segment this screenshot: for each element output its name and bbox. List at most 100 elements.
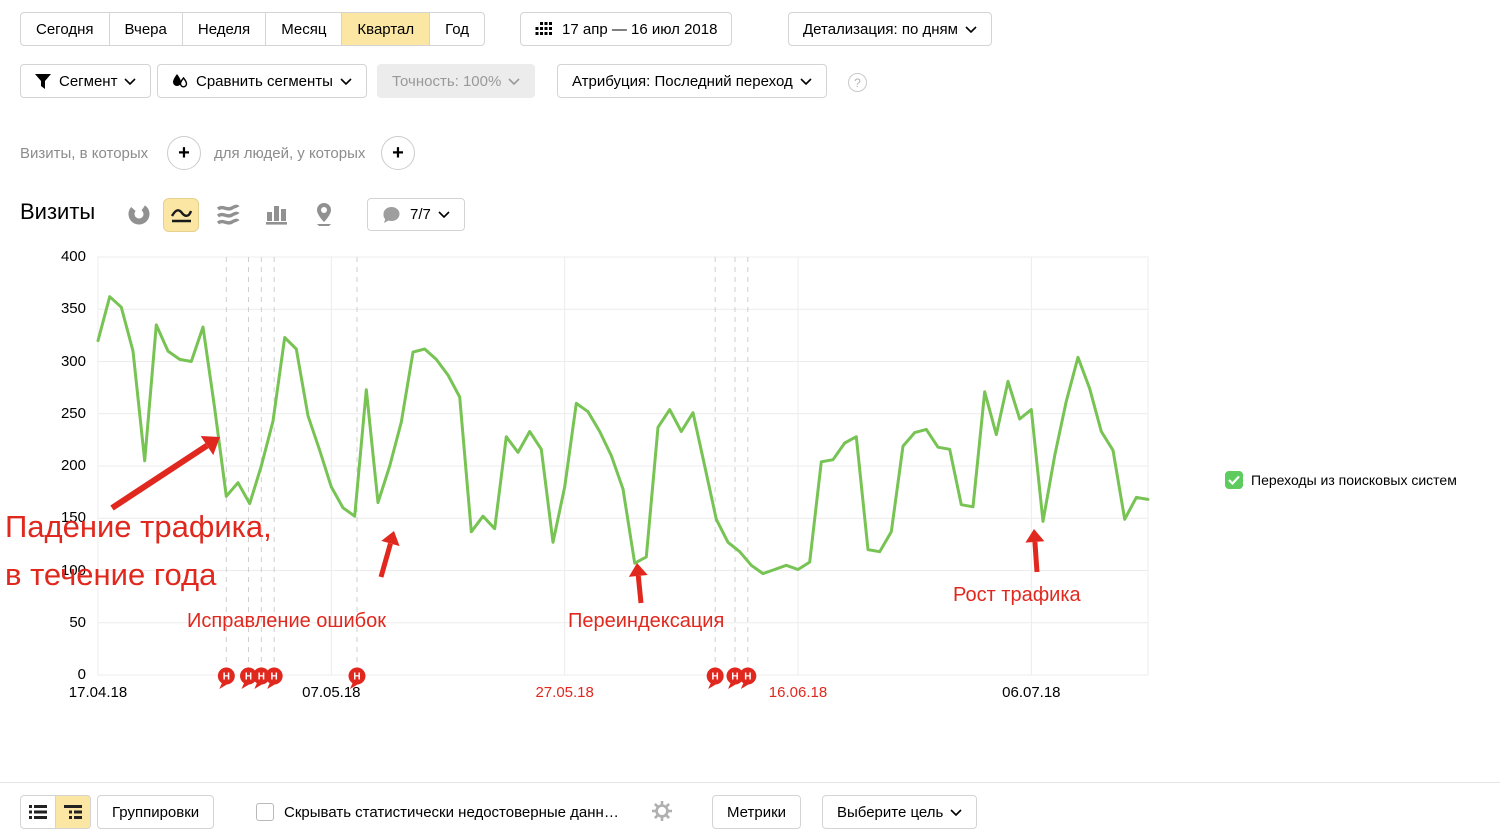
speech-bubble-icon (382, 206, 401, 224)
comment-marker[interactable]: Н (253, 668, 270, 690)
column-chart-icon (264, 203, 288, 225)
segment-dropdown[interactable]: Сегмент (20, 64, 151, 98)
chevron-down-icon (438, 211, 450, 218)
svg-text:Н: Н (744, 672, 751, 683)
map-pin-icon (313, 202, 335, 226)
svg-text:Н: Н (271, 672, 278, 683)
groupings-button[interactable]: Группировки (97, 795, 214, 829)
period-tab-month[interactable]: Месяц (265, 12, 342, 46)
plus-icon: + (392, 142, 404, 165)
chart-type-stacked-area-button[interactable] (211, 198, 245, 230)
groupings-label: Группировки (112, 804, 199, 821)
plus-icon: + (178, 142, 190, 165)
people-condition-label: для людей, у которых (214, 145, 365, 162)
annotation-text: Рост трафика (953, 580, 1081, 611)
hide-unreliable-data-checkbox[interactable] (256, 803, 274, 821)
comment-marker[interactable]: Н (218, 668, 235, 690)
svg-text:Н: Н (712, 672, 719, 683)
svg-text:Н: Н (353, 672, 360, 683)
chart-type-map-button[interactable] (307, 198, 341, 230)
accuracy-dropdown[interactable]: Точность: 100% (377, 64, 535, 98)
legend-checkbox[interactable] (1225, 471, 1243, 489)
svg-text:Н: Н (258, 672, 265, 683)
visits-condition-label: Визиты, в которых (20, 145, 148, 162)
annotation-arrowhead (381, 531, 399, 546)
annotation-arrowhead (201, 436, 220, 455)
view-mode-toggle (20, 795, 91, 829)
segment-label: Сегмент (59, 73, 117, 90)
compare-segments-label: Сравнить сегменты (196, 73, 333, 90)
chevron-down-icon (965, 26, 977, 33)
svg-text:Н: Н (245, 672, 252, 683)
detalization-dropdown[interactable]: Детализация: по дням (788, 12, 992, 46)
chevron-down-icon (340, 78, 352, 85)
x-tick-label: 07.05.18 (302, 684, 360, 701)
add-visit-condition-button[interactable]: + (167, 136, 201, 170)
detalization-label: Детализация: по дням (803, 21, 958, 38)
svg-text:Н: Н (223, 672, 230, 683)
settings-gear-icon[interactable] (651, 800, 673, 822)
calendar-grid-icon (535, 22, 552, 37)
annotation-arrow (112, 446, 207, 508)
comment-marker[interactable]: Н (727, 668, 744, 690)
comment-marker[interactable]: Н (266, 668, 283, 690)
help-icon[interactable]: ? (848, 73, 867, 92)
date-range-label: 17 апр — 16 июл 2018 (562, 21, 717, 38)
choose-goal-dropdown[interactable]: Выберите цель (822, 795, 977, 829)
footer-divider (0, 782, 1500, 783)
comments-counter: 7/7 (410, 206, 431, 223)
chart-type-columns-button[interactable] (259, 198, 293, 230)
tree-view-button[interactable] (55, 795, 91, 829)
y-tick-label: 50 (26, 614, 86, 631)
hide-unreliable-data-label: Скрывать статистически недостоверные дан… (284, 804, 619, 821)
stacked-area-icon (216, 203, 240, 225)
chevron-down-icon (124, 78, 136, 85)
period-tab-yesterday[interactable]: Вчера (109, 12, 183, 46)
svg-text:Н: Н (731, 672, 738, 683)
annotation-text: Исправление ошибок (187, 606, 386, 637)
period-segmented-control: Сегодня Вчера Неделя Месяц Квартал Год (20, 12, 485, 46)
annotation-text: Переиндексация (568, 606, 724, 637)
period-tab-year[interactable]: Год (429, 12, 485, 46)
period-tab-today[interactable]: Сегодня (20, 12, 110, 46)
pie-chart-icon (128, 203, 150, 225)
period-tab-week[interactable]: Неделя (182, 12, 266, 46)
yandex-metrica-report-page: Сегодня Вчера Неделя Месяц Квартал Год 1… (0, 0, 1500, 836)
y-tick-label: 200 (26, 457, 86, 474)
date-range-button[interactable]: 17 апр — 16 июл 2018 (520, 12, 732, 46)
attribution-dropdown[interactable]: Атрибуция: Последний переход (557, 64, 827, 98)
period-tab-quarter[interactable]: Квартал (341, 12, 430, 46)
drops-icon (172, 73, 188, 89)
y-tick-label: 0 (26, 666, 86, 683)
annotation-arrow (1035, 542, 1037, 572)
x-tick-label: 06.07.18 (1002, 684, 1060, 701)
metrics-button[interactable]: Метрики (712, 795, 801, 829)
comment-marker[interactable]: Н (240, 668, 257, 690)
comment-marker[interactable]: Н (707, 668, 724, 690)
chevron-down-icon (508, 78, 520, 85)
annotation-text: Падение трафика, в течение года (5, 503, 272, 599)
compare-segments-dropdown[interactable]: Сравнить сегменты (157, 64, 367, 98)
y-tick-label: 250 (26, 405, 86, 422)
x-tick-label: 16.06.18 (769, 684, 827, 701)
list-view-button[interactable] (20, 795, 56, 829)
annotation-arrow (381, 544, 390, 577)
add-people-condition-button[interactable]: + (381, 136, 415, 170)
chart-type-line-button[interactable] (163, 198, 199, 232)
chevron-down-icon (950, 809, 962, 816)
annotation-arrowhead (629, 563, 648, 577)
chevron-down-icon (800, 78, 812, 85)
chart-title: Визиты (20, 199, 95, 225)
chart-type-pie-button[interactable] (122, 198, 156, 230)
legend-label: Переходы из поисковых систем (1251, 472, 1457, 488)
annotation-arrowhead (1025, 529, 1044, 543)
attribution-label: Атрибуция: Последний переход (572, 73, 793, 90)
y-tick-label: 300 (26, 353, 86, 370)
comment-marker[interactable]: Н (739, 668, 756, 690)
x-tick-label: 27.05.18 (535, 684, 593, 701)
funnel-icon (35, 74, 51, 89)
accuracy-label: Точность: 100% (392, 73, 501, 90)
y-tick-label: 350 (26, 300, 86, 317)
comments-dropdown[interactable]: 7/7 (367, 198, 465, 231)
choose-goal-label: Выберите цель (837, 804, 943, 821)
